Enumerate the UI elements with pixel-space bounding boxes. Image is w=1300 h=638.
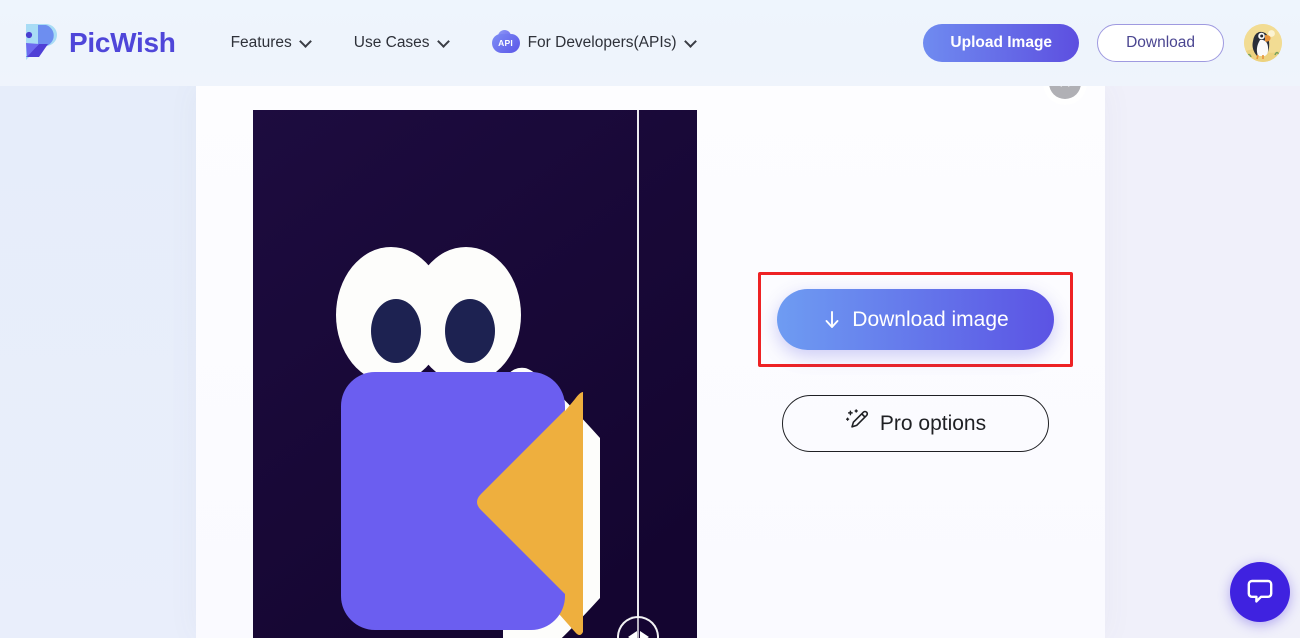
- magic-pencil-icon: [845, 408, 871, 440]
- header-actions: Upload Image Download: [923, 24, 1282, 62]
- nav-item-use-cases[interactable]: Use Cases: [353, 34, 450, 52]
- download-image-button[interactable]: Download image: [777, 289, 1054, 350]
- download-highlight-box: Download image: [758, 272, 1073, 367]
- download-nav-button[interactable]: Download: [1097, 24, 1224, 62]
- brand-name: PicWish: [69, 27, 176, 58]
- arrow-right-icon: [639, 631, 649, 638]
- modal-actions: Download image Pro options: [726, 86, 1105, 638]
- nav-label-use-cases: Use Cases: [353, 34, 430, 51]
- comparison-slider-line: [637, 110, 639, 638]
- image-preview[interactable]: [253, 110, 697, 638]
- upload-image-button[interactable]: Upload Image: [923, 24, 1080, 62]
- pro-options-button[interactable]: Pro options: [782, 395, 1049, 452]
- arrow-left-icon: [627, 631, 637, 638]
- pro-options-label: Pro options: [879, 411, 987, 435]
- chat-widget-button[interactable]: [1230, 562, 1290, 622]
- chat-bubble-icon: [1245, 575, 1275, 610]
- nav-item-features[interactable]: Features: [230, 34, 312, 52]
- puffin-avatar-icon[interactable]: [1244, 24, 1282, 62]
- api-badge-icon: API: [491, 29, 520, 53]
- picwish-bird-logo-icon: [18, 21, 58, 65]
- backdrop-left: [0, 86, 196, 638]
- download-arrow-icon: [822, 310, 842, 330]
- backdrop-right: [1105, 86, 1300, 638]
- site-header: PicWish Features Use Cases API For Devel…: [0, 0, 1300, 86]
- nav-label-features: Features: [230, 34, 292, 51]
- brand[interactable]: PicWish: [18, 21, 176, 65]
- chevron-down-icon: [436, 34, 450, 48]
- chevron-down-icon: [298, 34, 312, 48]
- main-nav: Features Use Cases API For Developers(AP…: [230, 29, 739, 53]
- nav-label-for-developers: For Developers(APIs): [527, 34, 677, 51]
- nav-item-for-developers[interactable]: API For Developers(APIs): [491, 29, 697, 53]
- chevron-down-icon: [683, 34, 697, 48]
- image-preview-wrapper: [253, 110, 697, 638]
- download-image-label: Download image: [852, 307, 1009, 331]
- video-camera-character-art: [253, 110, 697, 638]
- result-modal: ✕: [196, 67, 1105, 638]
- picwish-page: PicWish Features Use Cases API For Devel…: [0, 0, 1300, 638]
